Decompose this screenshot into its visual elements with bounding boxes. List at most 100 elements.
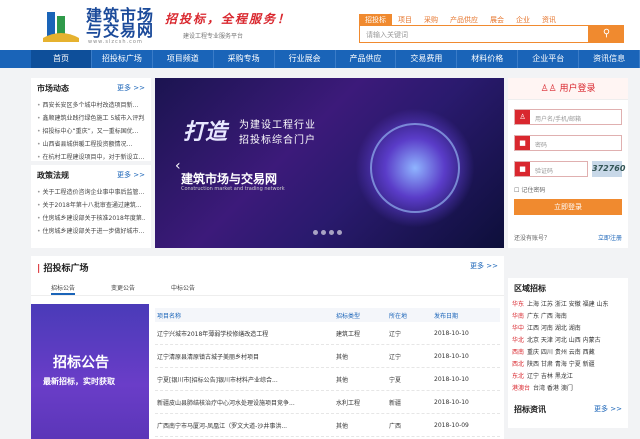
search-icon: ⚲ (602, 28, 611, 39)
login-panel: ♙♙ 用户登录 ♙ 用户名/手机/邮箱 ■ 密码 ■ 验证码 372760 ☐ … (508, 78, 628, 248)
logo-icon[interactable] (41, 8, 81, 44)
list-item[interactable]: 招投标中心“重庆”，又一重标国优... (37, 125, 145, 138)
table-row[interactable]: 新疆皮山县肺结核治疗中心河水处理设施项目竞争... 水利工程 新疆 2018-1… (155, 391, 500, 414)
list-item[interactable]: 鑫顺建筑业践行绿色施工 5城市入评判... (37, 112, 145, 125)
carousel-dot[interactable] (313, 230, 318, 235)
table-header: 项目名称 招标类型 所在地 发布日期 (155, 308, 500, 322)
region-row[interactable]: 华北 北京 天津 河北 山西 内蒙古 (508, 335, 628, 347)
region-row[interactable]: 港澳台 台湾 香港 澳门 (508, 383, 628, 395)
project-name[interactable]: 辽宁清原县清原镇古城子美丽乡村项目 (155, 352, 336, 361)
username-field[interactable]: ♙ 用户名/手机/邮箱 (514, 109, 622, 125)
tab-change-notice[interactable]: 变更公告 (111, 282, 135, 295)
main-nav: 首页 招投标广场 项目频道 采购专场 行业展会 产品供应 交易费用 材料价格 企… (0, 50, 640, 68)
carousel-dot[interactable] (329, 230, 334, 235)
register-link[interactable]: 立即注册 (598, 233, 622, 242)
news-list: 西安长安区多个城中村改造项目新... 鑫顺建筑业践行绿色施工 5城市入评判...… (31, 99, 151, 164)
table-row[interactable]: 辽宁清原县清原镇古城子美丽乡村项目 其他 辽宁 2018-10-10 (155, 345, 500, 368)
location: 新疆 (389, 399, 402, 407)
policy-panel: 政策法规 更多 >> 关于工程造价咨询企业事中事后监管... 关于2018年第十… (31, 165, 151, 248)
panel-title: 招标资讯 更多 >> (514, 404, 622, 414)
nav-item[interactable]: 招投标广场 (92, 50, 153, 68)
slogan-sub: 建设工程专业服务平台 (183, 33, 244, 40)
list-item[interactable]: 山西省县城供暖工程投资额情况... (37, 138, 145, 151)
project-name[interactable]: 辽宁兴城市2018年薄弱学校修缮改造工程 (155, 329, 336, 338)
region-row[interactable]: 华南 广东 广西 海南 (508, 311, 628, 323)
table-row[interactable]: 广西南宁市马厦河-凤凰江（罗文大道-沙井事洪... 其他 广西 2018-10-… (155, 414, 500, 437)
more-link[interactable]: 更多 >> (117, 170, 145, 180)
region-panel: 区域招标 华东 上海 江苏 浙江 安徽 福建 山东 华南 广东 广西 海南 华中 江西… (508, 278, 628, 428)
list-item[interactable]: 西安长安区多个城中村改造项目新... (37, 99, 145, 112)
password-field[interactable]: ■ 密码 (514, 135, 622, 151)
tab-award-notice[interactable]: 中标公告 (171, 282, 195, 295)
panel-title: | 招投标广场 更多 >> (37, 261, 498, 274)
tender-type: 建筑工程 (336, 330, 361, 338)
panel-title: 市场动态 更多 >> (37, 83, 145, 93)
banner-brand-sub: Construction market and trading network (181, 186, 285, 192)
publish-date: 2018-10-09 (434, 421, 469, 429)
nav-item[interactable]: 交易费用 (396, 50, 458, 68)
list-item[interactable]: 关于2018年第十八批审查通过建筑... (37, 199, 145, 212)
region-row[interactable]: 西南 重庆 四川 贵州 云南 西藏 (508, 347, 628, 359)
banner-brand: 建筑市场与交易网 (181, 172, 278, 186)
more-link[interactable]: 更多 >> (594, 404, 622, 414)
tender-promo[interactable]: 招标公告 最新招标，实时获取 (31, 304, 149, 439)
table-row[interactable]: 宁夏[银川市[招标公告]银川市材料产业综合... 其他 宁夏 2018-10-1… (155, 368, 500, 391)
project-name[interactable]: 宁夏[银川市[招标公告]银川市材料产业综合... (155, 375, 336, 384)
nav-item-home[interactable]: 首页 (31, 50, 92, 68)
nav-item[interactable]: 企业平台 (518, 50, 580, 68)
region-row[interactable]: 华中 江西 河南 湖北 湖南 (508, 323, 628, 335)
nav-item[interactable]: 项目频道 (153, 50, 214, 68)
list-item[interactable]: 在杭村工程建设项目中，对于新设立... (37, 151, 145, 164)
region-row[interactable]: 东北 辽宁 吉林 黑龙江 (508, 371, 628, 383)
project-name[interactable]: 新疆皮山县肺结核治疗中心河水处理设施项目竞争... (155, 398, 336, 407)
location: 辽宁 (389, 330, 402, 338)
list-item[interactable]: 住房城乡建设部关于进一步做好城市... (37, 225, 145, 238)
login-button[interactable]: 立即登录 (514, 199, 622, 215)
tender-type: 其他 (336, 353, 349, 361)
users-icon: ♙♙ (540, 84, 557, 94)
carousel-dots (313, 230, 342, 235)
tender-type: 其他 (336, 422, 349, 430)
lock-icon: ■ (515, 136, 530, 150)
carousel-dot[interactable] (321, 230, 326, 235)
nav-item[interactable]: 材料价格 (457, 50, 519, 68)
hero-banner[interactable]: 打造 为建设工程行业 招投标综合门户 建筑市场与交易网 Construction… (155, 78, 504, 248)
promo-title: 招标公告 (53, 355, 109, 371)
carousel-dot[interactable] (337, 230, 342, 235)
location: 辽宁 (389, 353, 402, 361)
tender-tabs: 招标公告 变更公告 中标公告 (31, 282, 504, 296)
checkbox[interactable]: ☐ (514, 187, 519, 194)
banner-headline: 为建设工程行业 招投标综合门户 (239, 120, 316, 146)
nav-item[interactable]: 产品供应 (336, 50, 397, 68)
nav-item[interactable]: 资讯信息 (579, 50, 640, 68)
more-link[interactable]: 更多 >> (117, 83, 145, 93)
tab-tender-notice[interactable]: 招标公告 (51, 282, 76, 295)
slogan: 招投标，全程服务！ (165, 12, 292, 26)
captcha-image[interactable]: 372760 (592, 161, 625, 177)
location: 广西 (389, 422, 402, 430)
remember-password[interactable]: ☐ 记住密码 (514, 185, 545, 194)
logo-text[interactable]: 建筑市场 与交易网 (86, 8, 154, 39)
nav-item[interactable]: 行业展会 (275, 50, 336, 68)
chevron-left-icon[interactable]: ‹ (175, 158, 181, 174)
news-list: 关于工程造价咨询企业事中事后监管... 关于2018年第十八批审查通过建筑...… (31, 186, 151, 238)
column-header: 发布日期 (434, 312, 459, 320)
region-row[interactable]: 西北 陕西 甘肃 青海 宁夏 新疆 (508, 359, 628, 371)
search-input[interactable]: 请输入关键词 (359, 25, 589, 43)
list-item[interactable]: 关于工程造价咨询企业事中事后监管... (37, 186, 145, 199)
publish-date: 2018-10-10 (434, 352, 469, 360)
project-name[interactable]: 广西南宁市马厦河-凤凰江（罗文大道-沙井事洪... (155, 421, 336, 430)
table-row[interactable]: 辽宁兴城市2018年薄弱学校修缮改造工程 建筑工程 辽宁 2018-10-10 (155, 322, 500, 345)
region-row[interactable]: 华东 上海 江苏 浙江 安徽 福建 山东 (508, 299, 628, 311)
market-news-panel: 市场动态 更多 >> 西安长安区多个城中村改造项目新... 鑫顺建筑业践行绿色施… (31, 78, 151, 161)
captcha-field[interactable]: ■ 验证码 (514, 161, 588, 177)
login-title: ♙♙ 用户登录 (508, 78, 628, 100)
panel-title: 政策法规 更多 >> (37, 170, 145, 180)
location: 宁夏 (389, 376, 402, 384)
nav-item[interactable]: 采购专场 (214, 50, 275, 68)
more-link[interactable]: 更多 >> (470, 261, 498, 271)
tender-plaza: | 招投标广场 更多 >> 招标公告 变更公告 中标公告 招标公告 最新招标，实… (31, 256, 504, 439)
lock-icon: ■ (515, 162, 530, 176)
search-button[interactable]: ⚲ (589, 25, 624, 43)
list-item[interactable]: 住房城乡建设部关于核准2018年度第... (37, 212, 145, 225)
